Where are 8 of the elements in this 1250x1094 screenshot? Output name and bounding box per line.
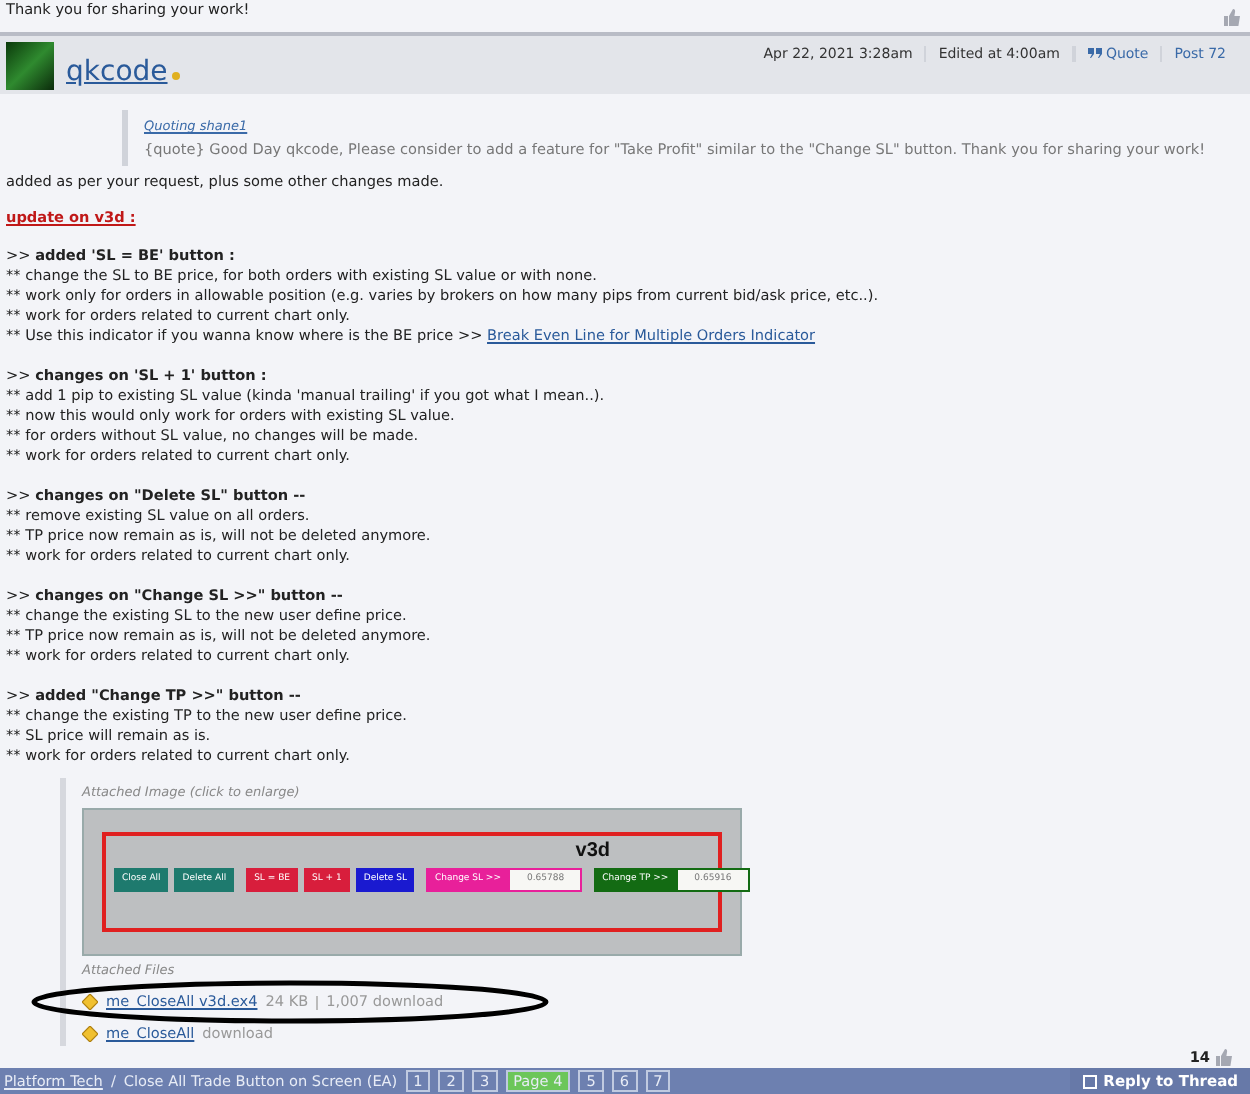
version-label: v3d [575, 840, 610, 865]
thumbs-up-icon[interactable] [1222, 8, 1242, 28]
quote-icon [1087, 48, 1102, 58]
thumbs-up-icon[interactable] [1214, 1047, 1234, 1068]
reply-icon [1081, 1073, 1098, 1089]
status-dot [171, 72, 180, 80]
avatar-image [6, 42, 54, 90]
author-link[interactable]: qkcode [66, 56, 168, 88]
